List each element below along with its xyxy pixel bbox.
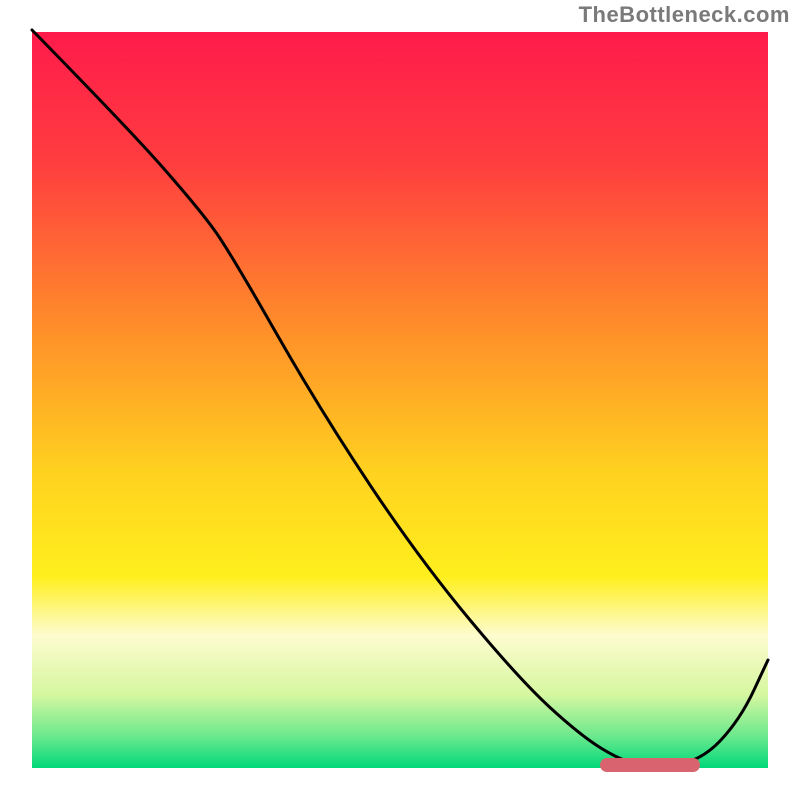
optimal-range-marker bbox=[600, 758, 700, 772]
plot-background bbox=[32, 32, 768, 768]
chart-container: TheBottleneck.com bbox=[0, 0, 800, 800]
bottleneck-chart bbox=[0, 0, 800, 800]
